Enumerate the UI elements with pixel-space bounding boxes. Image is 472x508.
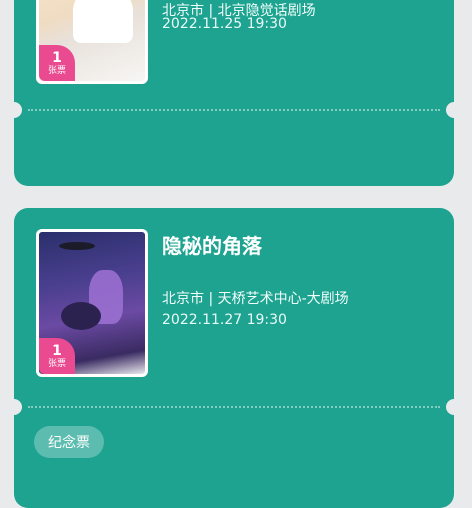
show-title: 隐秘的角落 (162, 234, 262, 258)
venue-text: 北京市 | 天桥艺术中心-大剧场 (162, 291, 349, 307)
ticket-count: 1 (52, 49, 62, 66)
poster-shape (61, 302, 101, 330)
show-poster: 1 张票 (36, 0, 148, 84)
ticket-divider (28, 406, 440, 408)
ticket-notch-left (6, 102, 22, 118)
souvenir-ticket-button[interactable]: 纪念票 (34, 426, 104, 458)
ticket-divider (28, 109, 440, 111)
poster-figure-body (73, 0, 133, 43)
show-time: 2022.11.25 19:30 (162, 16, 287, 32)
ticket-card[interactable]: 1 张票 北京市 | 北京隐觉话剧场 2022.11.25 19:30 (6, 0, 462, 186)
ticket-notch-right (446, 399, 462, 415)
ticket-notch-right (446, 102, 462, 118)
ticket-unit: 张票 (47, 65, 66, 76)
ticket-count: 1 (52, 342, 62, 359)
ticket-notch-left (6, 399, 22, 415)
ticket-count-badge: 1 张票 (39, 45, 75, 81)
show-time: 2022.11.27 19:30 (162, 312, 287, 328)
ticket-count-badge: 1 张票 (39, 338, 75, 374)
show-poster: 1 张票 (36, 229, 148, 377)
ticket-card[interactable]: 1 张票 隐秘的角落 北京市 | 天桥艺术中心-大剧场 2022.11.27 1… (6, 208, 462, 508)
ticket-unit: 张票 (47, 358, 66, 369)
poster-hat (59, 242, 95, 250)
